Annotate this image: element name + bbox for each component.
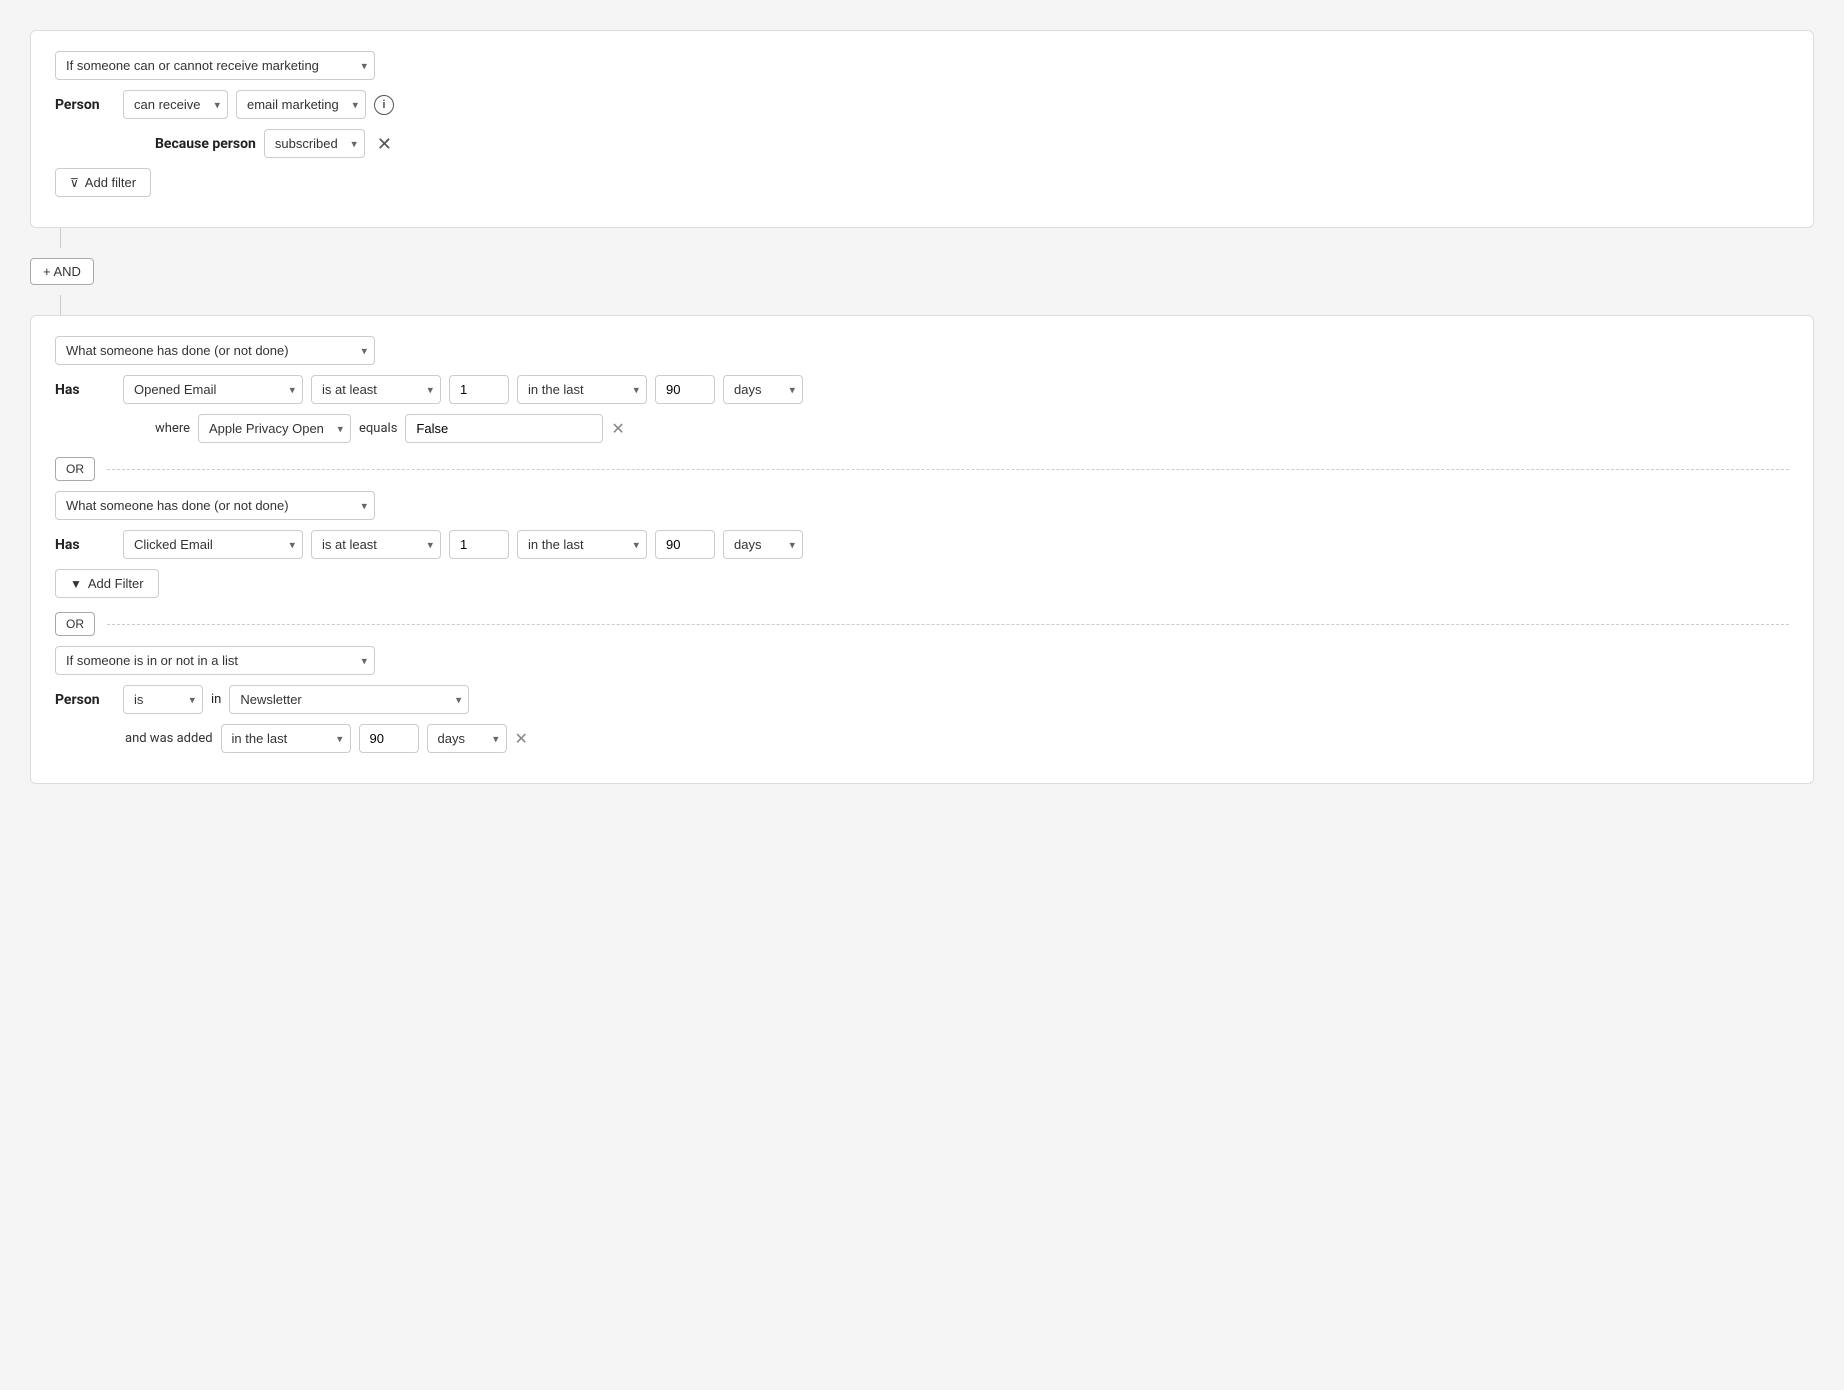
operator-wrapper-3: is at least — [311, 530, 441, 559]
event-select-3[interactable]: Clicked Email — [123, 530, 303, 559]
unit-wrapper-3: days — [723, 530, 803, 559]
condition-type-wrapper-2: What someone has done (or not done) — [55, 336, 375, 365]
and-button[interactable]: + AND — [30, 258, 94, 285]
filter-icon-3: ▼ — [70, 577, 82, 591]
time-wrapper-2: in the last — [517, 375, 647, 404]
because-label: Because person — [155, 136, 256, 152]
info-icon: i — [374, 95, 394, 115]
added-time-select[interactable]: in the last — [221, 724, 351, 753]
is-select[interactable]: is — [123, 685, 203, 714]
has-label-3: Has — [55, 537, 115, 553]
person-label-1: Person — [55, 97, 115, 113]
block-2: What someone has done (or not done) Has … — [30, 315, 1814, 784]
or-line-1 — [107, 469, 1789, 470]
remove-because-btn[interactable]: ✕ — [373, 135, 396, 153]
unit-wrapper-2: days — [723, 375, 803, 404]
days-input-3[interactable] — [655, 530, 715, 559]
added-unit-select[interactable]: days — [427, 724, 507, 753]
condition-type-select-2[interactable]: What someone has done (or not done) — [55, 336, 375, 365]
count-input-3[interactable] — [449, 530, 509, 559]
add-filter-label-3: Add Filter — [88, 576, 144, 591]
can-receive-wrapper: can receive — [123, 90, 228, 119]
added-time-wrapper: in the last — [221, 724, 351, 753]
unit-select-3[interactable]: days — [723, 530, 803, 559]
time-select-3[interactable]: in the last — [517, 530, 647, 559]
or-button-1[interactable]: OR — [55, 457, 95, 481]
or-line-2 — [107, 624, 1789, 625]
count-input-2[interactable] — [449, 375, 509, 404]
marketing-type-wrapper: email marketing — [236, 90, 366, 119]
connector-line-bottom — [60, 295, 61, 315]
has-label-2: Has — [55, 382, 115, 398]
where-label: where — [155, 421, 190, 436]
and-was-label: and was added — [125, 731, 213, 746]
added-unit-wrapper: days — [427, 724, 507, 753]
equals-label: equals — [359, 421, 397, 436]
added-days-input[interactable] — [359, 724, 419, 753]
block-1: If someone can or cannot receive marketi… — [30, 30, 1814, 228]
or-connector-1: OR — [55, 457, 1789, 481]
condition-type-select-3[interactable]: What someone has done (or not done) — [55, 491, 375, 520]
where-field-select[interactable]: Apple Privacy Open — [198, 414, 351, 443]
person-label-4: Person — [55, 692, 115, 708]
days-input-2[interactable] — [655, 375, 715, 404]
add-filter-btn-1[interactable]: ⊽ Add filter — [55, 168, 151, 197]
list-wrapper: Newsletter — [229, 685, 469, 714]
equals-value-input[interactable] — [405, 414, 603, 443]
is-wrapper: is — [123, 685, 203, 714]
condition-type-wrapper-1: If someone can or cannot receive marketi… — [55, 51, 375, 80]
in-label: in — [211, 692, 221, 707]
time-select-2[interactable]: in the last — [517, 375, 647, 404]
list-select[interactable]: Newsletter — [229, 685, 469, 714]
condition-type-wrapper-3: What someone has done (or not done) — [55, 491, 375, 520]
marketing-type-select[interactable]: email marketing — [236, 90, 366, 119]
add-filter-label-1: Add filter — [85, 175, 136, 190]
unit-select-2[interactable]: days — [723, 375, 803, 404]
operator-wrapper-2: is at least — [311, 375, 441, 404]
operator-select-3[interactable]: is at least — [311, 530, 441, 559]
event-select-wrapper-3: Clicked Email — [123, 530, 303, 559]
event-select-wrapper-2: Opened Email — [123, 375, 303, 404]
connector-line-top — [60, 228, 61, 248]
remove-where-btn[interactable]: ✕ — [611, 419, 624, 439]
filter-icon-1: ⊽ — [70, 176, 79, 190]
add-filter-btn-3[interactable]: ▼ Add Filter — [55, 569, 159, 598]
remove-added-btn[interactable]: ✕ — [515, 729, 528, 749]
and-connector: + AND — [30, 248, 1814, 295]
where-field-wrapper: Apple Privacy Open — [198, 414, 351, 443]
or-button-2[interactable]: OR — [55, 612, 95, 636]
operator-select-2[interactable]: is at least — [311, 375, 441, 404]
subscribed-wrapper: subscribed — [264, 129, 365, 158]
condition-type-wrapper-4: If someone is in or not in a list — [55, 646, 375, 675]
subscribed-select[interactable]: subscribed — [264, 129, 365, 158]
condition-type-select-4[interactable]: If someone is in or not in a list — [55, 646, 375, 675]
event-select-2[interactable]: Opened Email — [123, 375, 303, 404]
condition-type-select-1[interactable]: If someone can or cannot receive marketi… — [55, 51, 375, 80]
or-connector-2: OR — [55, 612, 1789, 636]
can-receive-select[interactable]: can receive — [123, 90, 228, 119]
time-wrapper-3: in the last — [517, 530, 647, 559]
